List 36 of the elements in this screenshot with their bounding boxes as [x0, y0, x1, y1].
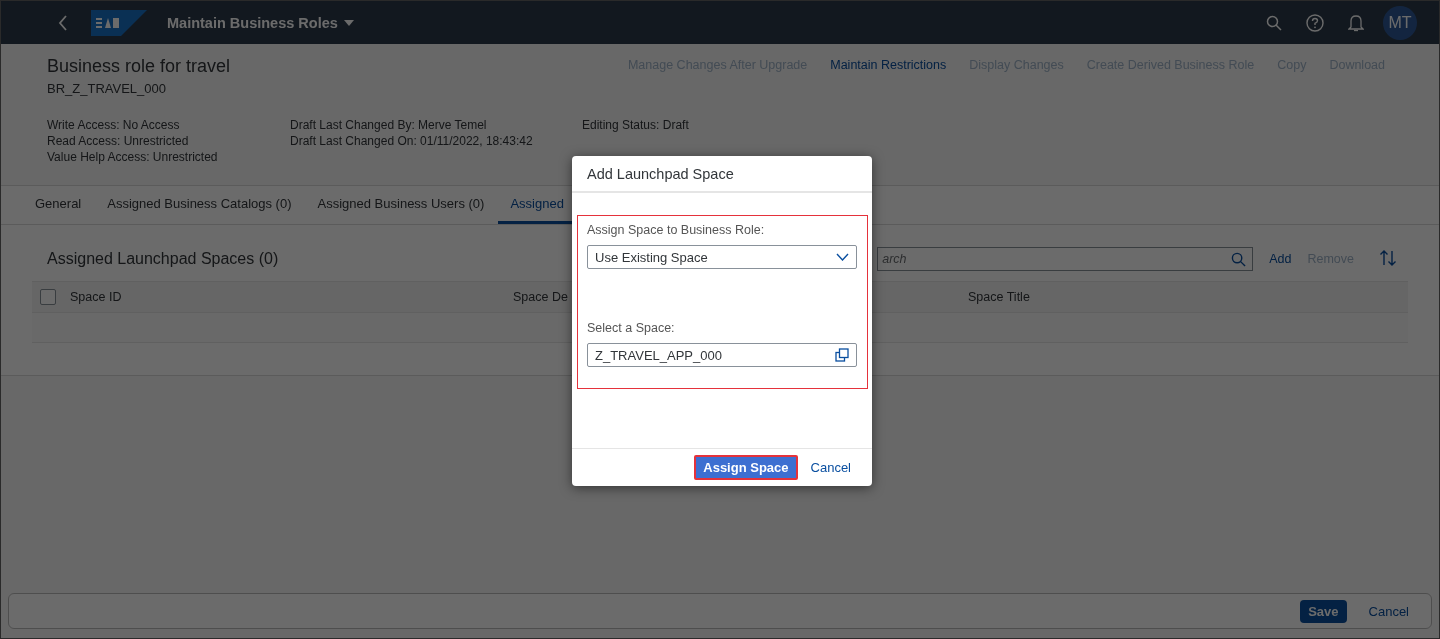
search-field[interactable]: arch	[877, 247, 1254, 271]
user-avatar[interactable]: MT	[1383, 5, 1417, 40]
role-id: BR_Z_TRAVEL_000	[47, 81, 167, 96]
chevron-down-icon	[836, 253, 849, 261]
tab[interactable]: Assigned Business Users (0)	[305, 186, 497, 224]
column-header: Space Title	[968, 290, 1030, 304]
search-icon[interactable]	[1231, 251, 1247, 267]
dialog-title: Add Launchpad Space	[587, 166, 734, 182]
select-field[interactable]: Use Existing Space	[587, 245, 857, 269]
toolbar-button[interactable]: Add	[1269, 252, 1292, 266]
save-button[interactable]: Save	[1300, 599, 1347, 623]
help-icon[interactable]	[1304, 11, 1326, 34]
header-attribute: Editing Status: Draft	[582, 117, 690, 133]
header-attribute: Draft Last Changed By: Merve Temel	[290, 117, 488, 133]
column-header: Space ID	[70, 290, 122, 304]
company-logo	[91, 9, 147, 36]
tab[interactable]: Assigned Business Catalogs (0)	[95, 186, 304, 224]
header-attribute: Value Help Access: Unrestricted	[47, 149, 219, 165]
value-help-icon	[835, 348, 849, 362]
header-attribute: Draft Last Changed On: 01/11/2022, 18:43:42	[290, 133, 534, 149]
tab[interactable]: General	[23, 186, 94, 224]
select-all-checkbox[interactable]	[40, 289, 56, 305]
header-attribute: Write Access: No Access	[47, 117, 181, 133]
header-action-link[interactable]: Maintain Restrictions	[830, 58, 947, 96]
section-title: Assigned Launchpad Spaces (0)	[46, 250, 279, 268]
input-field[interactable]: Z_TRAVEL_APP_000	[587, 343, 857, 367]
cancel-button[interactable]: Cancel	[1360, 599, 1417, 623]
field-label: Assign Space to Business Role:	[587, 223, 766, 237]
caret-icon	[343, 19, 354, 26]
header-attribute: Read Access: Unrestricted	[47, 133, 190, 149]
assign-button[interactable]: Assign Space	[694, 455, 798, 480]
page-title: Business role for travel	[47, 56, 231, 77]
app-title-menu[interactable]: Maintain Business Roles	[167, 14, 354, 31]
column-header: Space De	[513, 290, 568, 304]
field-label: Select a Space:	[587, 321, 676, 335]
cancel-button[interactable]: Cancel	[803, 457, 858, 478]
